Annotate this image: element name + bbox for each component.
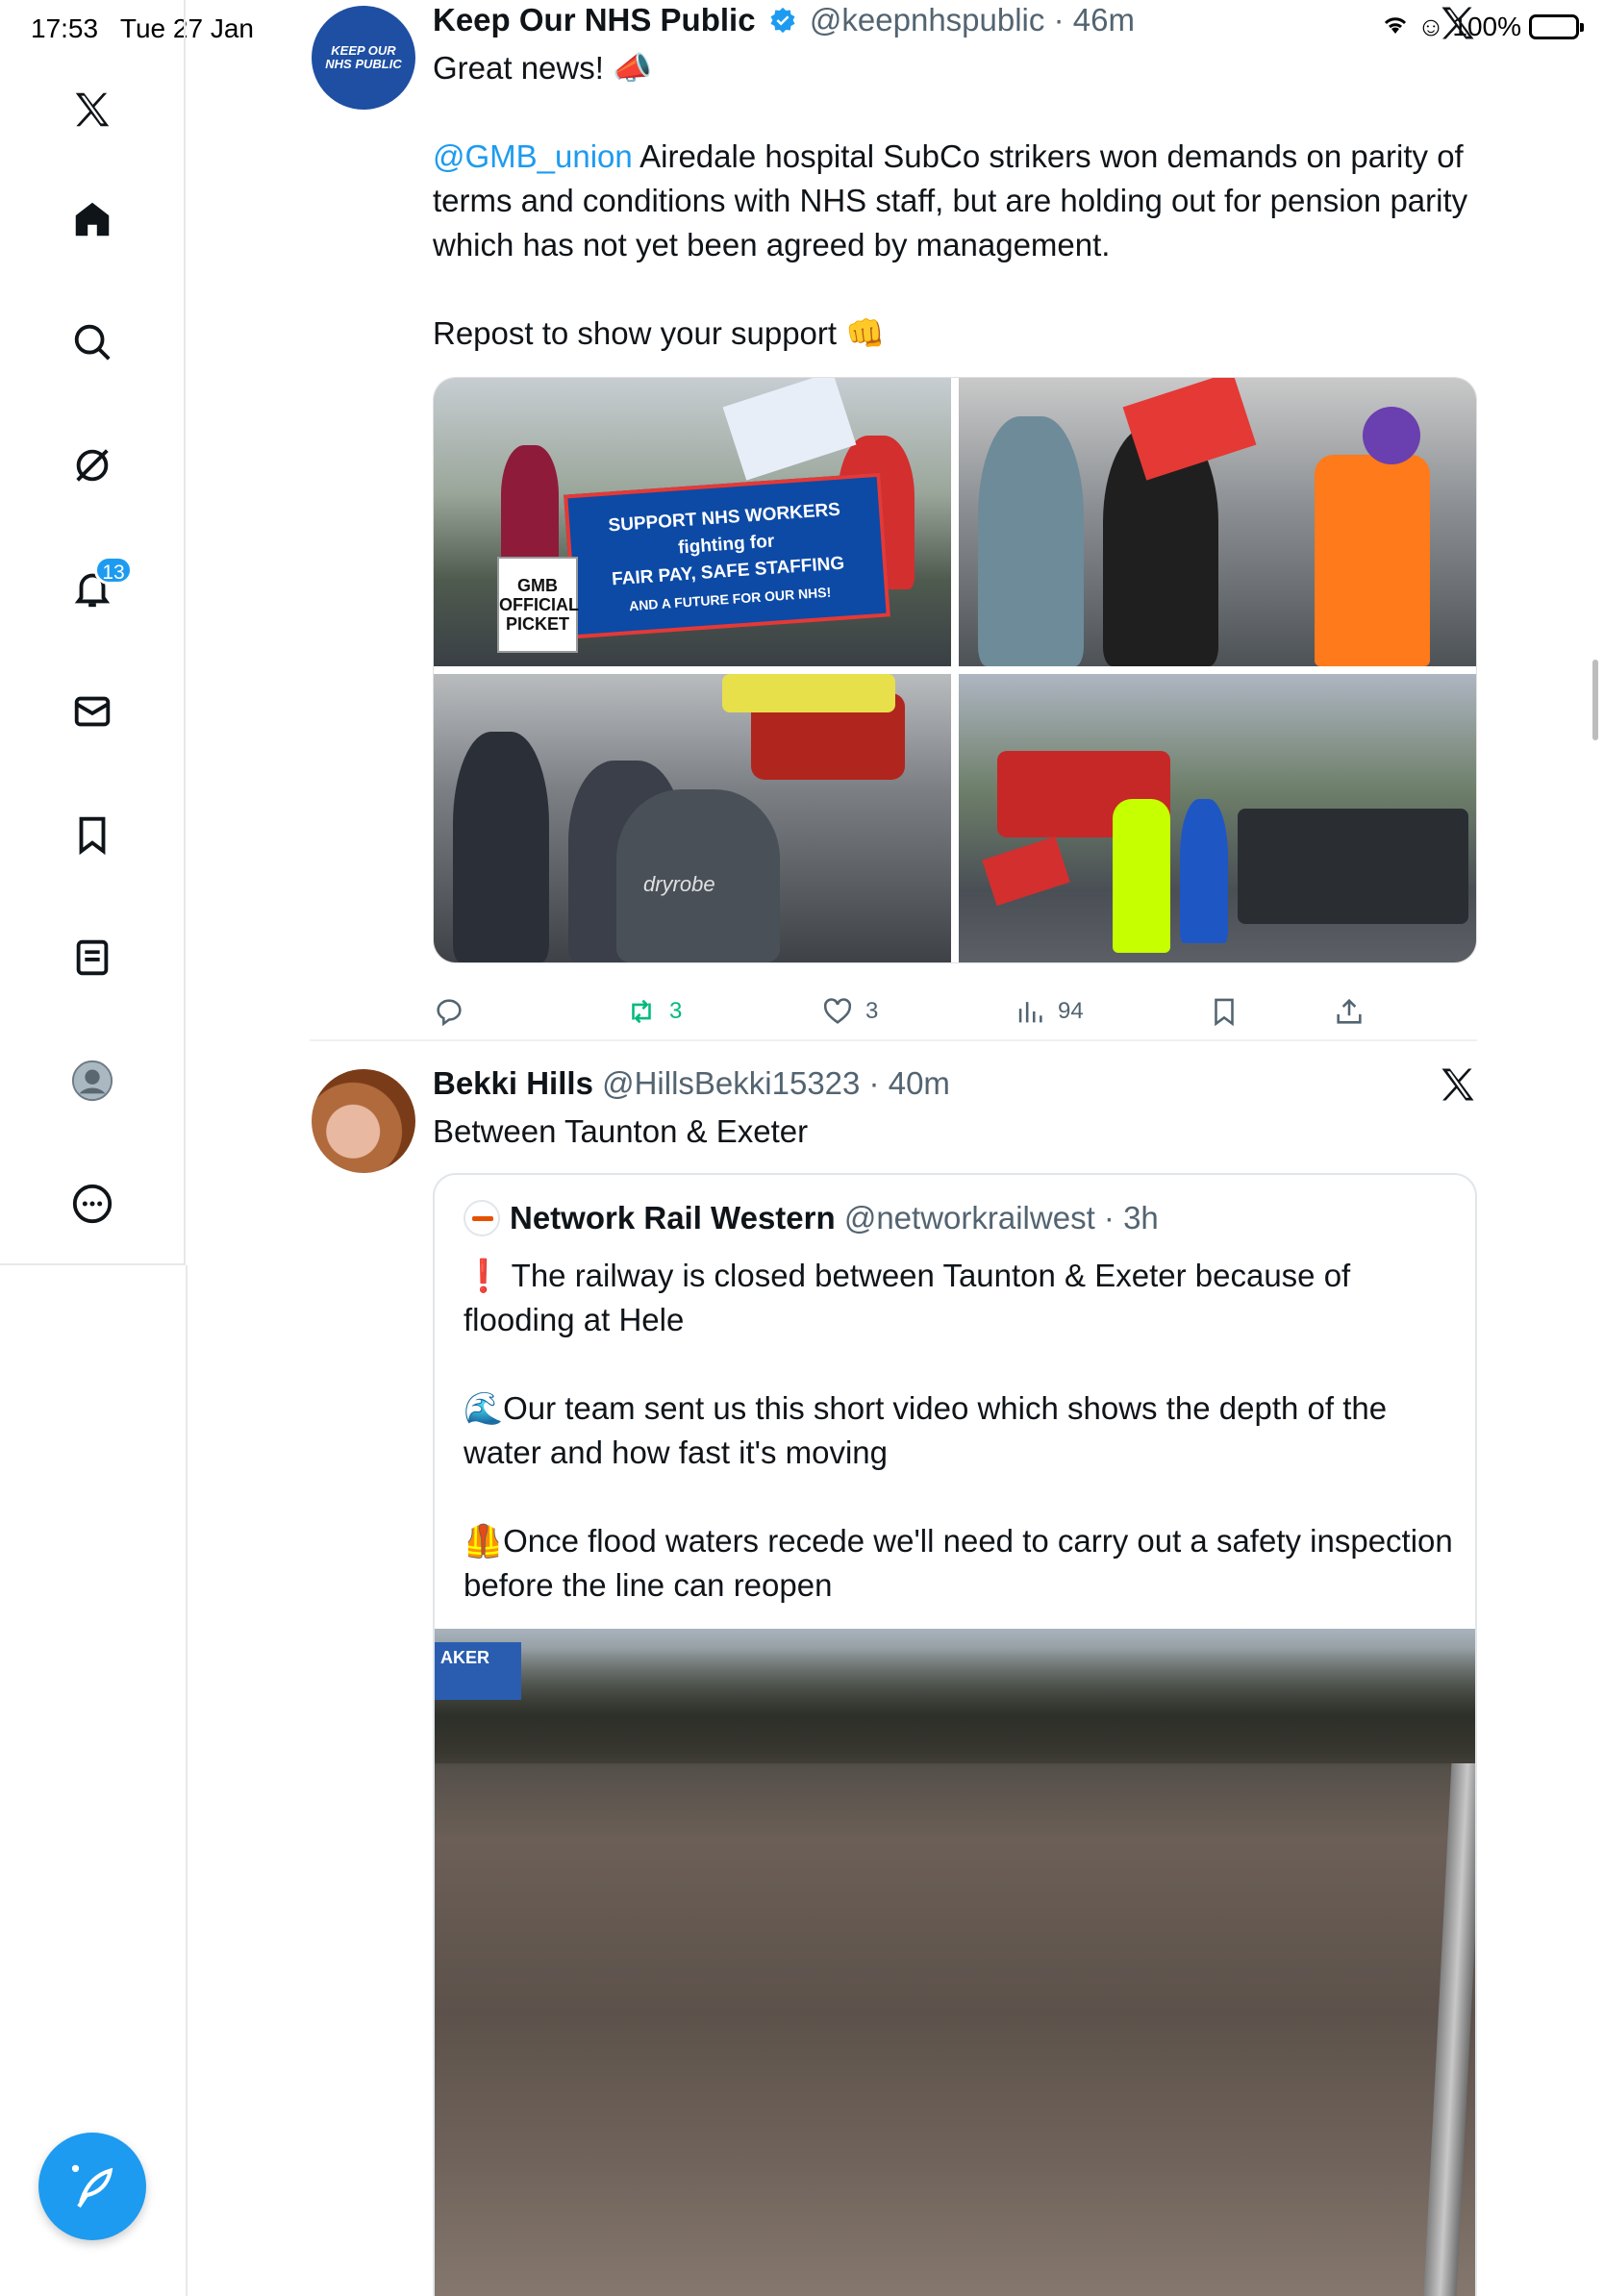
- post-divider: [310, 1039, 1477, 1041]
- post-image[interactable]: [959, 378, 1476, 666]
- quote-paragraph: ❗ The railway is closed between Taunton …: [464, 1258, 1351, 1337]
- sidebar-item-lists[interactable]: [54, 919, 131, 996]
- picket-sign: GMB OFFICIAL PICKET: [497, 557, 579, 653]
- post-header: Bekki Hills @HillsBekki15323 · 40m: [433, 1065, 950, 1102]
- flood-video[interactable]: AKER: [435, 1629, 1475, 2296]
- verified-badge-icon: [770, 7, 795, 34]
- repost-count: 3: [669, 998, 683, 1024]
- close-icon[interactable]: [1437, 2, 1479, 44]
- sidebar-item-search[interactable]: [54, 304, 131, 381]
- post-text-line: Great news! 📣: [433, 50, 653, 86]
- author-name[interactable]: Bekki Hills: [433, 1065, 593, 1101]
- share-button[interactable]: [1333, 985, 1366, 1038]
- avatar[interactable]: [312, 1069, 415, 1173]
- x-logo-icon: [75, 92, 110, 127]
- mail-icon: [74, 696, 111, 727]
- scrollbar-thumb[interactable]: [1592, 660, 1598, 740]
- grok-icon: [76, 449, 109, 482]
- quote-header: Network Rail Western @networkrailwest · …: [464, 1200, 1159, 1236]
- bookmark-icon: [1215, 998, 1234, 1027]
- post-image[interactable]: [959, 674, 1476, 962]
- post-time[interactable]: 40m: [889, 1065, 950, 1101]
- guard-rail: [1421, 1763, 1475, 2296]
- post-text: Between Taunton & Exeter: [433, 1113, 809, 1149]
- quote-author-handle[interactable]: @networkrailwest: [844, 1200, 1095, 1235]
- bookmark-button[interactable]: [1208, 985, 1241, 1038]
- hoodie-text: dryrobe: [643, 872, 715, 896]
- reply-icon: [437, 999, 462, 1027]
- author-handle[interactable]: @HillsBekki15323: [602, 1065, 860, 1101]
- views-chart-icon: [1018, 1002, 1042, 1023]
- repost-button[interactable]: 3: [625, 985, 682, 1038]
- author-handle[interactable]: @keepnhspublic: [810, 2, 1045, 37]
- avatar-text: KEEP OUR: [331, 43, 396, 58]
- wifi-icon: [1381, 12, 1410, 42]
- video-sign: AKER: [435, 1642, 521, 1700]
- sidebar: 13: [0, 0, 186, 1265]
- post-image[interactable]: dryrobe: [434, 674, 951, 962]
- compose-post-button[interactable]: [38, 2133, 146, 2240]
- list-icon: [76, 939, 109, 976]
- heart-icon: [823, 998, 852, 1024]
- post-text-paragraph: @GMB_union Airedale hospital SubCo strik…: [433, 135, 1477, 267]
- separator-dot: ·: [860, 1065, 889, 1101]
- quoted-post[interactable]: Network Rail Western @networkrailwest · …: [433, 1173, 1477, 2296]
- quote-time[interactable]: 3h: [1123, 1200, 1159, 1235]
- quote-body: ❗ The railway is closed between Taunton …: [464, 1254, 1454, 1608]
- sidebar-divider: [186, 1265, 188, 2296]
- post-image[interactable]: SUPPORT NHS WORKERS fighting for FAIR PA…: [434, 378, 951, 666]
- like-button[interactable]: 3: [821, 985, 878, 1038]
- quote-author-name[interactable]: Network Rail Western: [510, 1200, 836, 1235]
- profile-avatar-icon: [71, 1060, 113, 1102]
- post-actions: 3 3 94: [433, 985, 1477, 1038]
- views-button[interactable]: 94: [1014, 985, 1084, 1038]
- battery-icon: [1529, 14, 1584, 39]
- sidebar-item-grok[interactable]: [54, 427, 131, 504]
- sidebar-item-bookmarks[interactable]: [54, 796, 131, 873]
- network-rail-logo-icon: [464, 1200, 500, 1236]
- avatar[interactable]: KEEP OUR NHS PUBLIC: [312, 6, 415, 110]
- x-logo-button[interactable]: [54, 71, 131, 148]
- post-header: Keep Our NHS Public @keepnhspublic · 46m: [433, 2, 1135, 38]
- view-count: 94: [1058, 998, 1084, 1024]
- repost-icon: [632, 999, 651, 1024]
- quote-paragraph: 🦺Once flood waters recede we'll need to …: [464, 1523, 1453, 1603]
- reply-button[interactable]: [433, 985, 465, 1038]
- sidebar-item-profile[interactable]: [54, 1042, 131, 1119]
- sidebar-item-more[interactable]: [54, 1165, 131, 1242]
- post-image-grid[interactable]: SUPPORT NHS WORKERS fighting for FAIR PA…: [433, 377, 1477, 963]
- post-body: Great news! 📣 @GMB_union Airedale hospit…: [433, 46, 1477, 356]
- more-icon: [72, 1184, 113, 1224]
- mention-link[interactable]: @GMB_union: [433, 138, 633, 174]
- search-icon: [74, 324, 111, 361]
- compose-feather-icon: [72, 2164, 113, 2209]
- notification-badge: 13: [94, 556, 133, 585]
- like-count: 3: [865, 998, 879, 1024]
- post-time[interactable]: 46m: [1073, 2, 1135, 37]
- bookmark-icon: [79, 816, 106, 856]
- sidebar-item-messages[interactable]: [54, 673, 131, 750]
- separator-dot: ·: [1094, 1200, 1124, 1235]
- status-indicators: ☺ 100%: [1381, 12, 1584, 42]
- share-icon: [1337, 998, 1362, 1024]
- post-text-line: Repost to show your support 👊: [433, 315, 886, 351]
- sidebar-item-home[interactable]: [54, 181, 131, 258]
- close-icon[interactable]: [1437, 1063, 1479, 1106]
- avatar-text: NHS PUBLIC: [325, 57, 402, 71]
- protest-banner: SUPPORT NHS WORKERS fighting for FAIR PA…: [564, 472, 890, 639]
- author-name[interactable]: Keep Our NHS Public: [433, 2, 756, 37]
- separator-dot: ·: [1044, 2, 1073, 37]
- quote-paragraph: 🌊Our team sent us this short video which…: [464, 1390, 1388, 1470]
- home-icon: [75, 202, 110, 237]
- sidebar-item-notifications[interactable]: 13: [54, 550, 133, 627]
